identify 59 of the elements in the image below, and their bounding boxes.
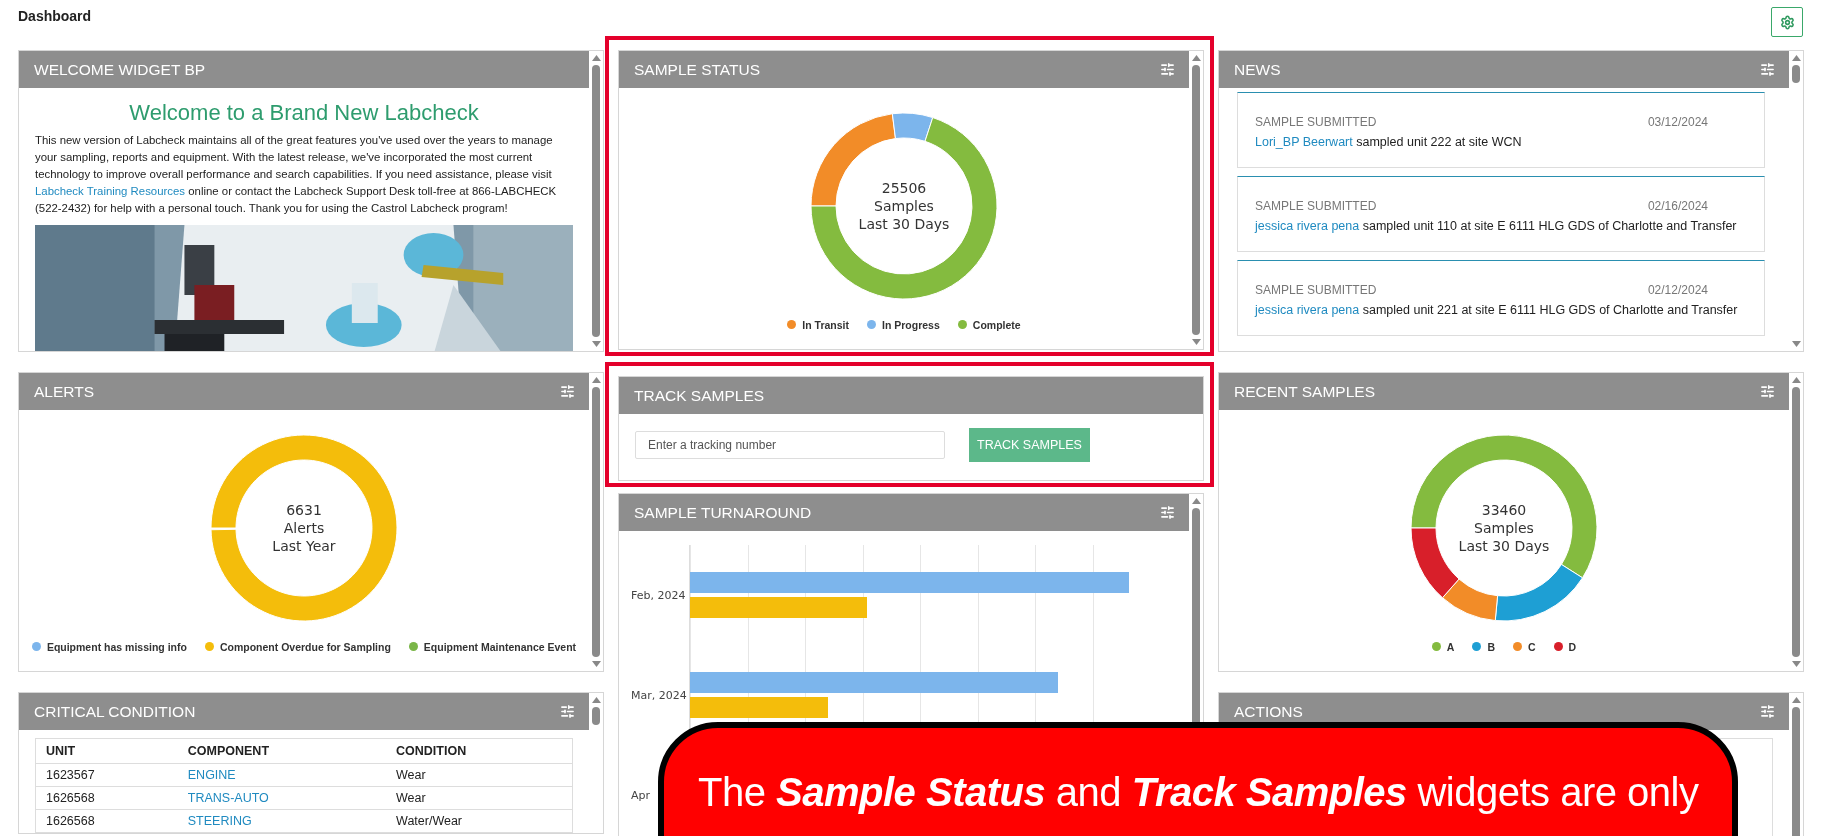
legend-label[interactable]: In Progress <box>882 318 940 331</box>
count-period: Last 30 Days <box>858 214 950 233</box>
widget-title: SAMPLE STATUS <box>634 60 761 79</box>
component-link[interactable]: TRANS-AUTO <box>187 791 269 805</box>
widget-title: TRACK SAMPLES <box>634 386 765 405</box>
news-date: 02/16/2024 <box>1647 199 1708 213</box>
widget-title: ALERTS <box>34 382 95 401</box>
column-header: CONDITION <box>386 738 573 764</box>
legend-label[interactable]: Component Overdue for Sampling <box>219 640 391 653</box>
news-category: SAMPLE SUBMITTED <box>1255 283 1377 297</box>
legend-label[interactable]: Equipment has missing info <box>46 640 187 653</box>
count-unit: Samples <box>874 196 934 215</box>
callout-text: The Sample Status and Track Samples widgets are only <box>698 770 1700 815</box>
user-link[interactable]: Lori_BP Beerwart <box>1255 135 1353 149</box>
total-count: 6631 <box>286 500 322 519</box>
widget-title: CRITICAL CONDITION <box>34 702 196 721</box>
column-header: COMPONENT <box>177 738 387 764</box>
training-link[interactable]: Labcheck Training Resources <box>35 185 186 197</box>
table-cell: 1623567 <box>35 763 178 787</box>
table-cell: Wear <box>386 786 573 810</box>
table-cell: Wear <box>386 763 573 787</box>
news-date: 02/12/2024 <box>1647 283 1708 297</box>
table-cell: 1626568 <box>35 786 178 810</box>
news-category: SAMPLE SUBMITTED <box>1255 115 1377 129</box>
count-unit: Samples <box>1474 518 1534 537</box>
legend-label[interactable]: A <box>1446 640 1455 653</box>
tracking-number-field[interactable]: Enter a tracking number <box>635 431 945 459</box>
widget-title: WELCOME WIDGET BP <box>34 60 206 79</box>
news-category: SAMPLE SUBMITTED <box>1255 199 1377 213</box>
widget-title: ACTIONS <box>1234 702 1303 721</box>
welcome-heading: Welcome to a Brand New Labcheck <box>128 100 480 126</box>
component-link[interactable]: ENGINE <box>187 768 236 782</box>
column-header: UNIT <box>35 738 178 764</box>
legend-label[interactable]: D <box>1568 640 1577 653</box>
category-label: Apr <box>630 788 652 802</box>
legend-label[interactable]: In Transit <box>802 318 850 331</box>
user-link[interactable]: jessica rivera pena <box>1255 303 1360 317</box>
count-period: Last Year <box>272 536 336 555</box>
table-cell: Water/Wear <box>386 809 573 833</box>
legend-label[interactable]: Complete <box>972 318 1021 331</box>
legend-label[interactable]: C <box>1528 640 1536 653</box>
legend-label[interactable]: Equipment Maintenance Event <box>423 640 577 653</box>
category-label: Feb, 2024 <box>630 588 687 602</box>
count-unit: Alerts <box>283 518 325 537</box>
widget-title: RECENT SAMPLES <box>1234 382 1375 401</box>
count-period: Last 30 Days <box>1458 536 1550 555</box>
news-date: 03/12/2024 <box>1647 115 1708 129</box>
total-count: 25506 <box>881 178 927 197</box>
category-label: Mar, 2024 <box>630 688 688 702</box>
total-count: 33460 <box>1481 500 1527 519</box>
welcome-paragraph: This new version of Labcheck maintains all of the great features you've used over the years to manage your sampling, reports and equipment. With the latest release, we've incorporated the most current technology to improve overall performance and search capabilities. If you need assistance, please visit Labcheck Training Resources online or contact the Labcheck Support Desk toll-free at 866-LABCHECK (522-2432) for help with a personal touch. Thank you for using the Castrol Labcheck program! <box>35 133 558 216</box>
table-cell: 1626568 <box>35 809 178 833</box>
news-text: Lori_BP Beerwart sampled unit 222 at site WCN <box>1255 135 1523 149</box>
widget-title: NEWS <box>1234 60 1281 79</box>
user-link[interactable]: jessica rivera pena <box>1255 219 1360 233</box>
widget-title: SAMPLE TURNAROUND <box>634 503 812 522</box>
page-title: Dashboard <box>18 8 92 24</box>
legend-label[interactable]: B <box>1487 640 1495 653</box>
component-link[interactable]: STEERING <box>187 814 252 828</box>
